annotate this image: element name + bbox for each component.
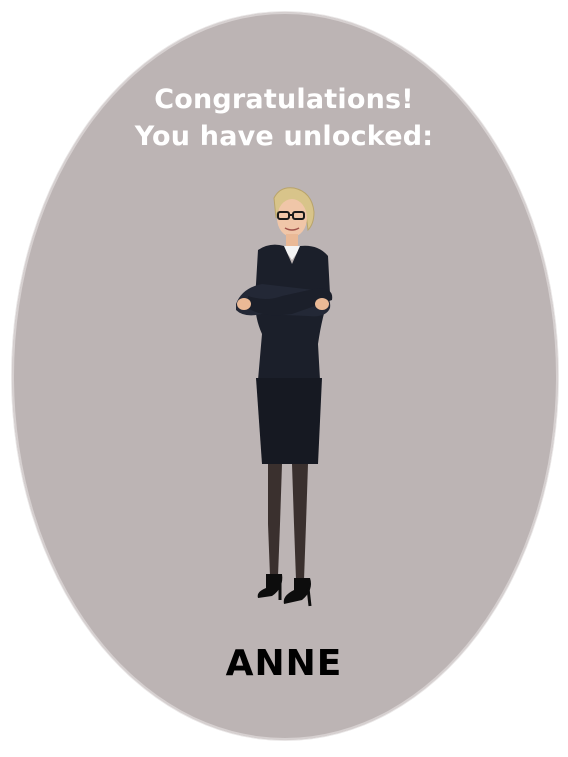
unlocked-character-name: ANNE	[225, 643, 343, 684]
unlocked-subheading: You have unlocked:	[134, 121, 434, 152]
character-image	[236, 187, 333, 607]
congratulations-heading: Congratulations!	[154, 84, 414, 115]
